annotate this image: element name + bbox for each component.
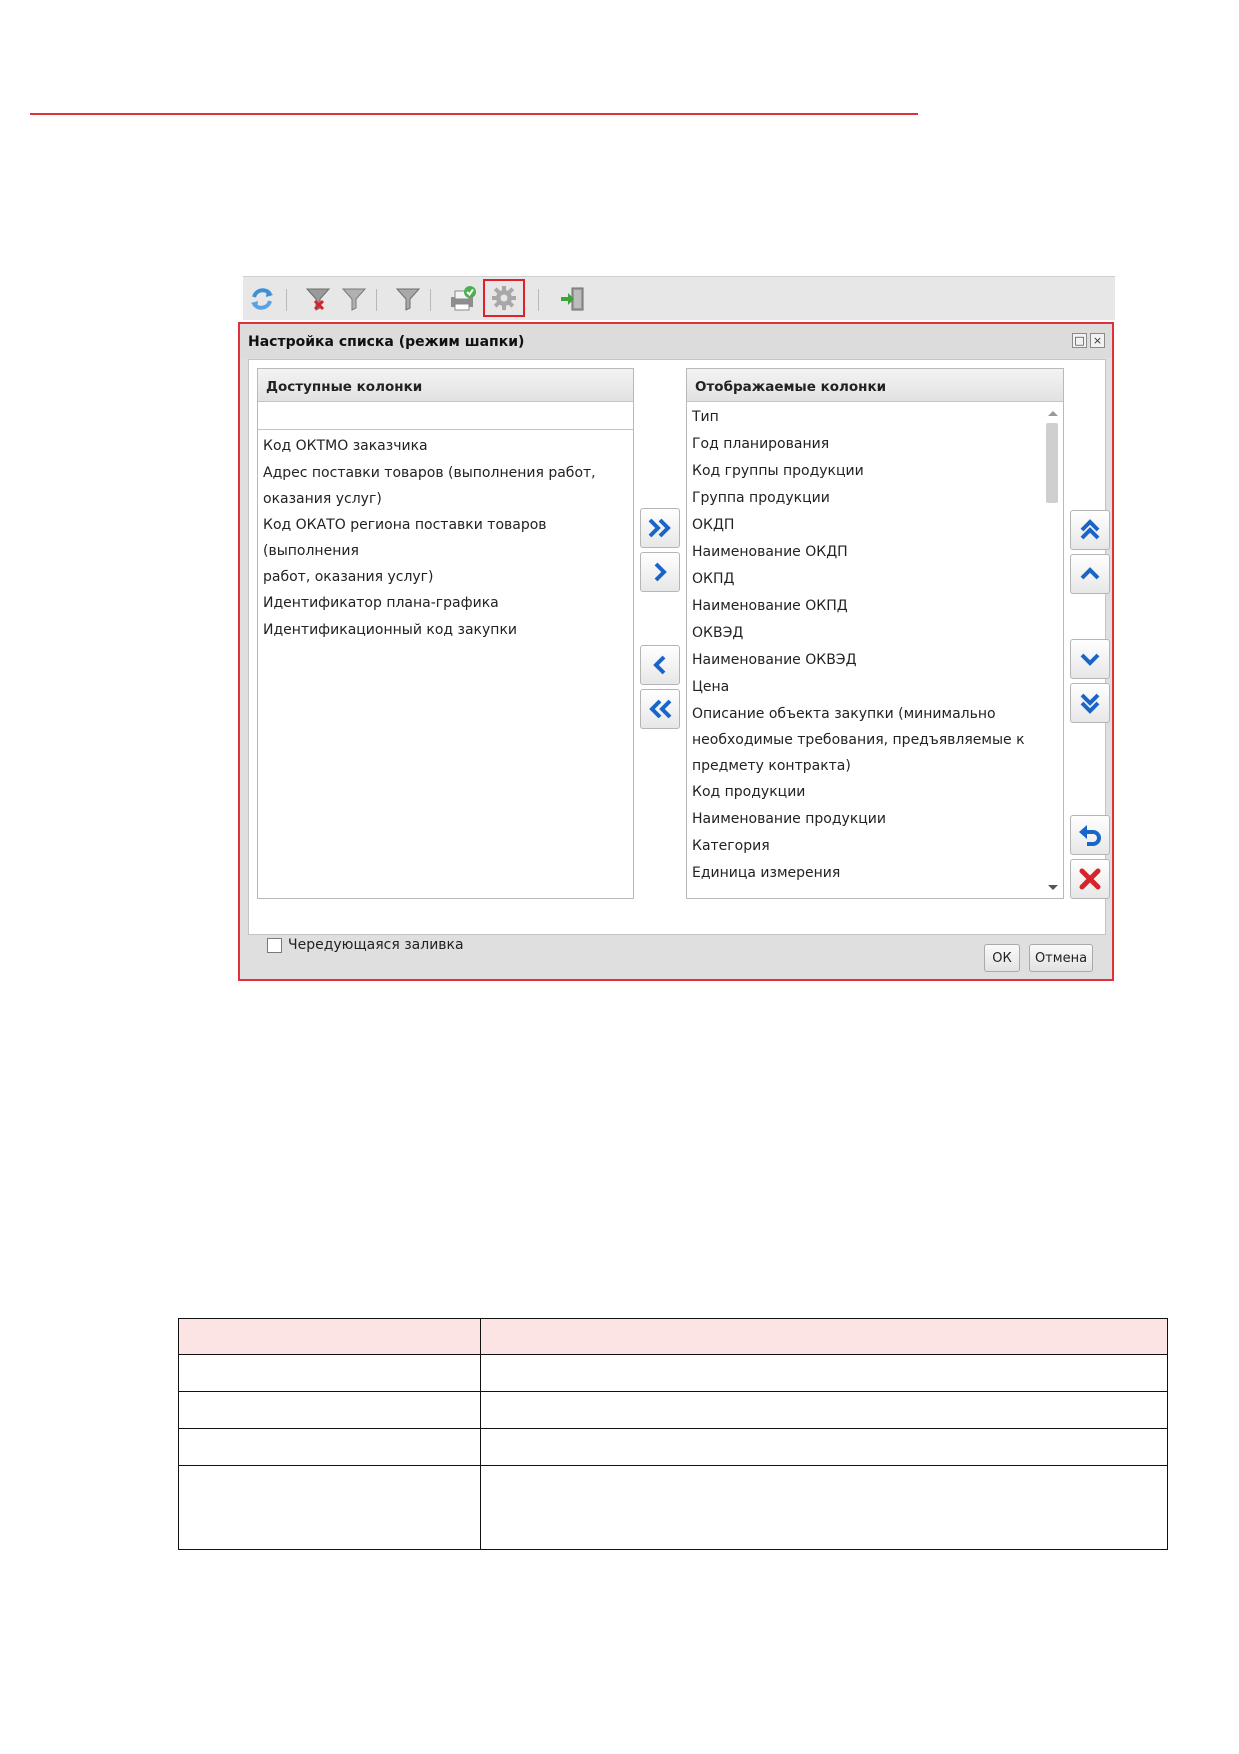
list-item[interactable]: Единица измерения: [687, 860, 1042, 887]
toolbar-separator: [376, 289, 377, 311]
table-row: [178, 1391, 1168, 1429]
toolbar-separator: [538, 289, 539, 311]
dialog-title: Настройка списка (режим шапки): [248, 334, 525, 350]
list-item[interactable]: Код ОКТМО заказчика: [258, 433, 633, 460]
list-item[interactable]: Тип: [687, 404, 1042, 431]
alternating-fill-checkbox[interactable]: [267, 937, 282, 953]
move-down-button[interactable]: [1070, 639, 1110, 679]
list-item[interactable]: Наименование продукции: [687, 806, 1042, 833]
move-left-button[interactable]: [640, 645, 680, 685]
available-columns-header: Доступные колонки: [258, 369, 633, 402]
move-all-left-button[interactable]: [640, 689, 680, 729]
alternating-fill-label: Чередующаяся заливка: [288, 937, 464, 953]
table-cell: [480, 1465, 1168, 1550]
displayed-columns-panel: Отображаемые колонки Тип Год планировани…: [686, 368, 1064, 899]
table-cell: [480, 1428, 1168, 1466]
toolbar: [243, 276, 1115, 320]
table-header-cell: [480, 1318, 1168, 1355]
list-item[interactable]: ОКВЭД: [687, 620, 1042, 647]
list-item[interactable]: Категория: [687, 833, 1042, 860]
move-all-right-button[interactable]: [640, 508, 680, 548]
table-row: [178, 1465, 1168, 1550]
move-to-top-button[interactable]: [1070, 510, 1110, 550]
toolbar-separator: [430, 289, 431, 311]
toolbar-separator: [286, 289, 287, 311]
table-cell: [178, 1465, 481, 1550]
filter-icon[interactable]: [339, 284, 369, 314]
exit-icon[interactable]: [557, 284, 587, 314]
list-item[interactable]: Идентификационный код закупки: [258, 617, 633, 644]
list-item[interactable]: Группа продукции: [687, 485, 1042, 512]
clear-filter-icon[interactable]: [303, 284, 333, 314]
table-header-cell: [178, 1318, 481, 1355]
print-icon[interactable]: [448, 284, 478, 314]
list-item[interactable]: Год планирования: [687, 431, 1042, 458]
move-to-bottom-button[interactable]: [1070, 683, 1110, 723]
scroll-down-arrow-icon[interactable]: [1048, 885, 1058, 890]
filter-settings-icon[interactable]: [393, 284, 423, 314]
refresh-icon[interactable]: [247, 284, 277, 314]
settings-gear-icon[interactable]: [483, 279, 525, 317]
list-item[interactable]: Наименование ОКПД: [687, 593, 1042, 620]
table-header-row: [178, 1318, 1168, 1355]
cancel-button[interactable]: Отмена: [1029, 944, 1093, 972]
list-item[interactable]: Цена: [687, 674, 1042, 701]
table-cell: [480, 1391, 1168, 1429]
undo-button[interactable]: [1070, 815, 1110, 855]
list-item[interactable]: Код ОКАТО региона поставки товаров (выпо…: [258, 512, 633, 590]
dialog-header: Настройка списка (режим шапки) □ ×: [240, 324, 1112, 358]
list-item[interactable]: Наименование ОКДП: [687, 539, 1042, 566]
list-item[interactable]: Идентификатор плана-графика: [258, 590, 633, 617]
move-right-button[interactable]: [640, 552, 680, 592]
dialog-body: Доступные колонки Код ОКТМО заказчика Ад…: [248, 359, 1110, 953]
table-cell: [178, 1391, 481, 1429]
alternating-fill-option[interactable]: Чередующаяся заливка: [267, 937, 464, 953]
move-up-button[interactable]: [1070, 554, 1110, 594]
list-item[interactable]: ОКДП: [687, 512, 1042, 539]
table-cell: [178, 1354, 481, 1392]
close-icon[interactable]: ×: [1090, 333, 1105, 348]
displayed-columns-scrollbar[interactable]: [1043, 403, 1059, 898]
available-columns-filter-input[interactable]: [258, 402, 633, 430]
table-cell: [178, 1428, 481, 1466]
scroll-up-arrow-icon[interactable]: [1048, 411, 1058, 416]
list-item[interactable]: Наименование ОКВЭД: [687, 647, 1042, 674]
available-columns-panel: Доступные колонки Код ОКТМО заказчика Ад…: [257, 368, 634, 899]
empty-table: [178, 1318, 1168, 1550]
list-item[interactable]: Описание объекта закупки (минимально нео…: [687, 701, 1042, 779]
maximize-icon[interactable]: □: [1072, 333, 1087, 348]
list-item[interactable]: Код продукции: [687, 779, 1042, 806]
top-rule: [30, 113, 918, 115]
list-item[interactable]: ОКПД: [687, 566, 1042, 593]
table-row: [178, 1354, 1168, 1392]
table-row: [178, 1428, 1168, 1466]
delete-button[interactable]: [1070, 859, 1110, 899]
list-item[interactable]: Адрес поставки товаров (выполнения работ…: [258, 460, 633, 512]
list-item[interactable]: Код группы продукции: [687, 458, 1042, 485]
displayed-columns-header: Отображаемые колонки: [687, 369, 1063, 402]
ok-button[interactable]: ОК: [984, 944, 1020, 972]
scroll-thumb[interactable]: [1046, 423, 1058, 503]
table-cell: [480, 1354, 1168, 1392]
list-settings-dialog: Настройка списка (режим шапки) □ × Досту…: [238, 322, 1114, 981]
